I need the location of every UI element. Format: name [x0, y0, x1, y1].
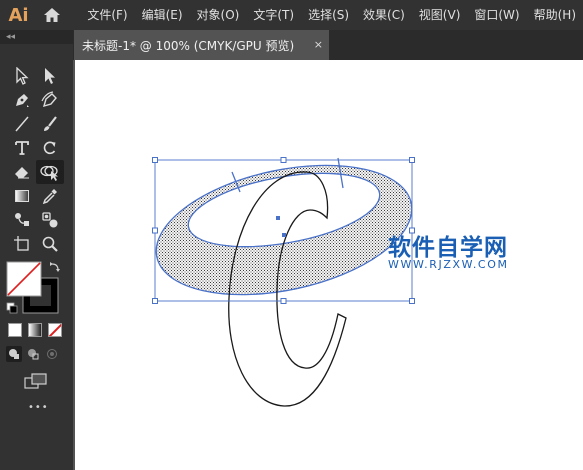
handle-bottom-left[interactable]: [152, 298, 158, 304]
shape-builder-tool[interactable]: [36, 160, 64, 184]
shape-builder-tool-icon: [40, 165, 58, 181]
rotate-tool[interactable]: [36, 136, 64, 160]
menu-window[interactable]: 窗口(W): [467, 0, 526, 30]
watermark-title: 软件自学网: [388, 235, 508, 261]
line-segment-tool[interactable]: [8, 112, 36, 136]
tools-panel: ◂◂ •••: [0, 30, 73, 470]
screen-mode-icon: [24, 373, 47, 389]
menu-type[interactable]: 文字(T): [246, 0, 301, 30]
draw-normal-icon: [9, 349, 19, 359]
gradient-tool-icon: [15, 190, 29, 202]
screen-mode-button[interactable]: [24, 373, 48, 393]
menu-effect[interactable]: 效果(C): [356, 0, 412, 30]
pen-tool-icon: [16, 94, 29, 107]
direct-selection-tool-icon: [45, 68, 55, 84]
rotate-tool-icon: [43, 141, 56, 155]
blend-tool[interactable]: [8, 208, 36, 232]
curvature-tool-icon: [41, 91, 57, 108]
eraser-tool-icon: [15, 167, 29, 179]
menu-bar: Ai 文件(F) 编辑(E) 对象(O) 文字(T) 选择(S) 效果(C) 视…: [0, 0, 583, 30]
draw-behind-button[interactable]: [25, 346, 41, 362]
color-mode-button[interactable]: [8, 323, 22, 337]
close-tab-button[interactable]: ×: [314, 38, 323, 51]
selection-tool[interactable]: [8, 64, 36, 88]
draw-inside-button[interactable]: [44, 346, 60, 362]
zoom-tool[interactable]: [36, 232, 64, 256]
type-tool-icon: [15, 141, 29, 155]
artboard-tool[interactable]: [8, 232, 36, 256]
handle-bottom-right[interactable]: [409, 298, 415, 304]
app-logo: Ai: [8, 4, 29, 26]
gradient-tool[interactable]: [8, 184, 36, 208]
gradient-mode-button[interactable]: [28, 323, 42, 337]
direct-selection-tool[interactable]: [36, 64, 64, 88]
eyedropper-tool-icon: [42, 189, 57, 205]
pen-tool[interactable]: [8, 88, 36, 112]
handle-bottom-center[interactable]: [280, 298, 287, 304]
line-segment-tool-icon: [15, 116, 29, 132]
handle-top-center[interactable]: [280, 157, 287, 163]
home-icon: [43, 8, 60, 22]
draw-behind-icon: [28, 349, 39, 360]
paintbrush-tool[interactable]: [36, 112, 64, 136]
eraser-tool[interactable]: [8, 160, 36, 184]
handle-top-right[interactable]: [409, 157, 415, 163]
more-tools-button[interactable]: •••: [28, 402, 49, 413]
center-point-marker: [276, 216, 280, 220]
anchor-point-marker: [282, 233, 286, 237]
menu-help[interactable]: 帮助(H): [527, 0, 583, 30]
menu-edit[interactable]: 编辑(E): [135, 0, 190, 30]
draw-inside-icon: [47, 349, 57, 359]
handle-top-left[interactable]: [152, 157, 158, 163]
blend-tool-icon: [15, 213, 29, 226]
paintbrush-tool-icon: [44, 116, 57, 131]
draw-normal-button[interactable]: [6, 346, 22, 362]
draw-mode-buttons: [6, 346, 60, 362]
menu-file[interactable]: 文件(F): [80, 0, 134, 30]
menu-view[interactable]: 视图(V): [412, 0, 468, 30]
handle-middle-left[interactable]: [152, 227, 158, 234]
menu-select[interactable]: 选择(S): [301, 0, 356, 30]
watermark-url: WWW.RJZXW.COM: [388, 258, 509, 271]
menu-object[interactable]: 对象(O): [190, 0, 247, 30]
curvature-tool[interactable]: [36, 88, 64, 112]
home-button[interactable]: [37, 0, 66, 30]
artboard-tool-icon: [14, 236, 29, 251]
zoom-tool-icon: [42, 236, 58, 252]
document-tab-title: 未标题-1* @ 100% (CMYK/GPU 预览): [82, 38, 295, 53]
symbol-sprayer-tool[interactable]: [36, 208, 64, 232]
selection-tool-icon: [16, 67, 29, 85]
symbol-sprayer-tool-icon: [42, 212, 58, 228]
color-mode-buttons: [8, 323, 62, 337]
artboard-canvas[interactable]: 软件自学网 WWW.RJZXW.COM: [75, 60, 583, 470]
none-mode-button[interactable]: [48, 323, 62, 337]
type-tool[interactable]: [8, 136, 36, 160]
document-tab-bar: 未标题-1* @ 100% (CMYK/GPU 预览) ×: [73, 30, 583, 60]
document-tab[interactable]: 未标题-1* @ 100% (CMYK/GPU 预览) ×: [74, 30, 329, 60]
panel-collapse-button[interactable]: ◂◂: [0, 30, 73, 44]
eyedropper-tool[interactable]: [36, 184, 64, 208]
